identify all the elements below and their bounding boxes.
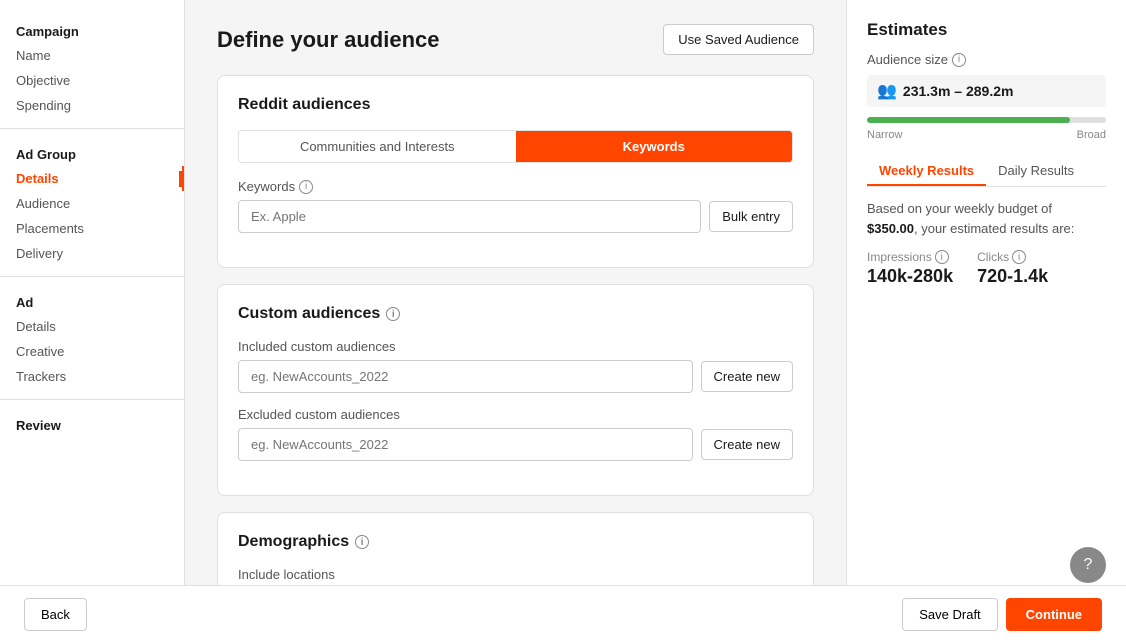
included-custom-input[interactable] xyxy=(238,360,693,393)
sidebar-item-creative[interactable]: Creative xyxy=(0,339,184,364)
page-header: Define your audience Use Saved Audience xyxy=(217,24,814,55)
audience-size-label: Audience size i xyxy=(867,52,1106,67)
tab-communities-interests[interactable]: Communities and Interests xyxy=(239,131,516,162)
keywords-label: Keywords i xyxy=(238,179,793,194)
sidebar-item-trackers[interactable]: Trackers xyxy=(0,364,184,389)
estimates-panel: Estimates Audience size i 👥 231.3m – 289… xyxy=(846,0,1126,585)
included-label: Included custom audiences xyxy=(238,339,793,354)
keywords-info-icon: i xyxy=(299,180,313,194)
impressions-value: 140k-280k xyxy=(867,266,953,287)
sidebar-item-ad-details[interactable]: Details xyxy=(0,314,184,339)
budget-text: Based on your weekly budget of $350.00, … xyxy=(867,199,1106,238)
excluded-custom-field: Excluded custom audiences Create new xyxy=(238,407,793,461)
impressions-metric: Impressions i 140k-280k xyxy=(867,250,953,287)
include-locations-label: Include locations xyxy=(238,567,793,582)
clicks-metric: Clicks i 720-1.4k xyxy=(977,250,1048,287)
included-create-new-button[interactable]: Create new xyxy=(701,361,793,392)
help-button[interactable]: ? xyxy=(1070,547,1106,583)
estimates-title: Estimates xyxy=(867,20,1106,40)
center-panel: Define your audience Use Saved Audience … xyxy=(185,0,846,585)
range-labels: Narrow Broad xyxy=(867,129,1106,141)
results-tabs: Weekly Results Daily Results xyxy=(867,157,1106,187)
excluded-custom-input[interactable] xyxy=(238,428,693,461)
include-locations-field: Include locations Bulk entry xyxy=(238,567,793,585)
keywords-field: Keywords i Bulk entry xyxy=(238,179,793,233)
range-bar xyxy=(867,117,1106,123)
demographics-card: Demographics i Include locations Bulk en… xyxy=(217,512,814,585)
reddit-audiences-title: Reddit audiences xyxy=(238,96,793,114)
adgroup-section-title: Ad Group xyxy=(0,139,184,166)
use-saved-audience-button[interactable]: Use Saved Audience xyxy=(663,24,814,55)
reddit-audiences-card: Reddit audiences Communities and Interes… xyxy=(217,75,814,268)
save-draft-button[interactable]: Save Draft xyxy=(902,598,997,631)
weekly-results-tab[interactable]: Weekly Results xyxy=(867,157,986,186)
keywords-input[interactable] xyxy=(238,200,701,233)
sidebar-item-placements[interactable]: Placements xyxy=(0,216,184,241)
clicks-info-icon: i xyxy=(1012,250,1026,264)
sidebar-item-delivery[interactable]: Delivery xyxy=(0,241,184,266)
continue-button[interactable]: Continue xyxy=(1006,598,1102,631)
review-section-title: Review xyxy=(0,410,184,437)
sidebar: Campaign Name Objective Spending Ad Grou… xyxy=(0,0,185,585)
audience-size-info-icon: i xyxy=(952,53,966,67)
back-button[interactable]: Back xyxy=(24,598,87,631)
keywords-bulk-entry-button[interactable]: Bulk entry xyxy=(709,201,793,232)
impressions-info-icon: i xyxy=(935,250,949,264)
sidebar-item-objective[interactable]: Objective xyxy=(0,68,184,93)
range-bar-background xyxy=(867,117,1106,123)
daily-results-tab[interactable]: Daily Results xyxy=(986,157,1086,186)
people-icon: 👥 xyxy=(877,81,897,101)
sidebar-item-name[interactable]: Name xyxy=(0,43,184,68)
included-input-row: Create new xyxy=(238,360,793,393)
footer-right: Save Draft Continue xyxy=(902,598,1102,631)
metrics-row: Impressions i 140k-280k Clicks i 720-1.4… xyxy=(867,250,1106,287)
ad-section-title: Ad xyxy=(0,287,184,314)
excluded-create-new-button[interactable]: Create new xyxy=(701,429,793,460)
audience-size-range: 👥 231.3m – 289.2m xyxy=(867,75,1106,107)
custom-audiences-title: Custom audiences i xyxy=(238,305,793,323)
sidebar-item-details[interactable]: Details xyxy=(0,166,184,191)
custom-audiences-info-icon: i xyxy=(386,307,400,321)
campaign-section-title: Campaign xyxy=(0,16,184,43)
demographics-title: Demographics i xyxy=(238,533,793,551)
excluded-label: Excluded custom audiences xyxy=(238,407,793,422)
page-title: Define your audience xyxy=(217,27,440,53)
custom-audiences-card: Custom audiences i Included custom audie… xyxy=(217,284,814,496)
sidebar-item-audience[interactable]: Audience xyxy=(0,191,184,216)
reddit-audiences-tabs: Communities and Interests Keywords xyxy=(238,130,793,163)
demographics-info-icon: i xyxy=(355,535,369,549)
broad-label: Broad xyxy=(1077,129,1106,141)
keywords-input-row: Bulk entry xyxy=(238,200,793,233)
narrow-label: Narrow xyxy=(867,129,902,141)
clicks-value: 720-1.4k xyxy=(977,266,1048,287)
range-bar-fill xyxy=(867,117,1070,123)
tab-keywords[interactable]: Keywords xyxy=(516,131,793,162)
clicks-label: Clicks i xyxy=(977,250,1048,264)
impressions-label: Impressions i xyxy=(867,250,953,264)
included-custom-field: Included custom audiences Create new xyxy=(238,339,793,393)
excluded-input-row: Create new xyxy=(238,428,793,461)
footer: Back Save Draft Continue xyxy=(0,585,1126,643)
sidebar-item-spending[interactable]: Spending xyxy=(0,93,184,118)
